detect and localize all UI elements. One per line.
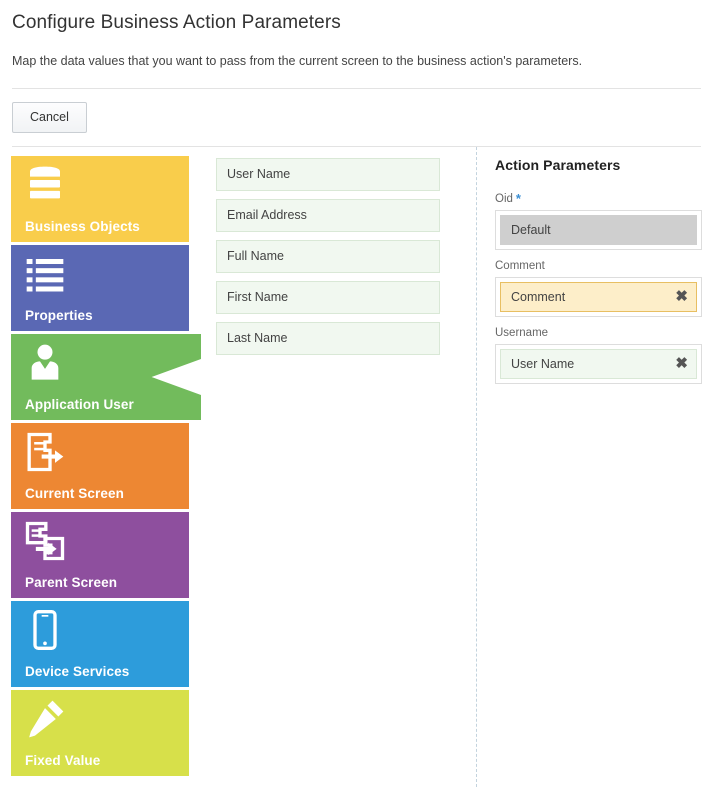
parameter-value-chip[interactable]: Comment ✖ [500,282,697,312]
toolbar: Cancel [0,89,713,147]
list-icon [25,254,189,298]
source-value-item[interactable]: Full Name [216,240,440,273]
source-tile-properties[interactable]: Properties [11,245,189,331]
mobile-phone-icon [25,610,189,654]
page-subtitle: Map the data values that you want to pas… [12,54,583,68]
column-divider [476,147,477,787]
action-parameters-rows: Oid * Default Comment Comment ✖ Username User N… [495,191,702,384]
parameter-label: Oid * [495,191,702,207]
parameter-label: Comment [495,258,702,274]
source-tile-label: Business Objects [25,219,140,234]
source-tile-parent-screen[interactable]: Parent Screen [11,512,189,598]
parameter-label-text: Oid [495,193,513,205]
parameter-dropzone[interactable]: User Name ✖ [495,344,702,384]
parameter-row: Username User Name ✖ [495,325,702,384]
cancel-button[interactable]: Cancel [12,102,87,133]
source-tile-application-user[interactable]: Application User [11,334,201,420]
source-tile-fixed-value[interactable]: Fixed Value [11,690,189,776]
source-tile-current-screen[interactable]: Current Screen [11,423,189,509]
parameter-dropzone[interactable]: Default [495,210,702,250]
main-area: Business Objects Properties Application Us… [0,147,713,787]
parameter-label-text: Username [495,327,549,339]
screen-out-icon [25,432,189,476]
remove-parameter-icon[interactable]: ✖ [675,283,688,311]
source-value-item[interactable]: User Name [216,158,440,191]
database-icon [25,165,189,209]
source-tile-label: Properties [25,308,93,323]
parameter-value-chip[interactable]: Default [500,215,697,245]
page-title: Configure Business Action Parameters [12,12,341,33]
parameter-value-chip[interactable]: User Name ✖ [500,349,697,379]
source-value-item[interactable]: First Name [216,281,440,314]
source-tile-label: Device Services [25,664,130,679]
page-header: Configure Business Action Parameters Map… [0,0,713,89]
screens-arrow-icon [25,521,189,565]
action-parameters-panel: Action Parameters Oid * Default Comment Comm… [495,157,702,392]
source-tile-label: Fixed Value [25,753,101,768]
parameter-label-text: Comment [495,260,545,272]
parameter-value-text: User Name [511,357,575,371]
pencil-icon [25,699,189,743]
parameter-value-text: Comment [511,290,566,304]
parameter-row: Oid * Default [495,191,702,250]
source-tiles-list: Business Objects Properties Application Us… [11,156,201,779]
remove-parameter-icon[interactable]: ✖ [675,350,688,378]
source-tile-device-services[interactable]: Device Services [11,601,189,687]
user-icon [25,343,201,387]
parameter-dropzone[interactable]: Comment ✖ [495,277,702,317]
source-value-item[interactable]: Email Address [216,199,440,232]
selected-tile-notch [177,334,201,420]
source-value-item[interactable]: Last Name [216,322,440,355]
source-values-list: User Name Email Address Full Name First Nam… [216,158,440,363]
parameter-value-text: Default [511,223,551,237]
parameter-label: Username [495,325,702,341]
source-tile-label: Parent Screen [25,575,118,590]
source-tile-label: Current Screen [25,486,124,501]
action-parameters-title: Action Parameters [495,157,621,173]
source-tile-label: Application User [25,397,134,412]
parameter-row: Comment Comment ✖ [495,258,702,317]
source-tile-business-objects[interactable]: Business Objects [11,156,189,242]
required-marker: * [515,191,521,206]
